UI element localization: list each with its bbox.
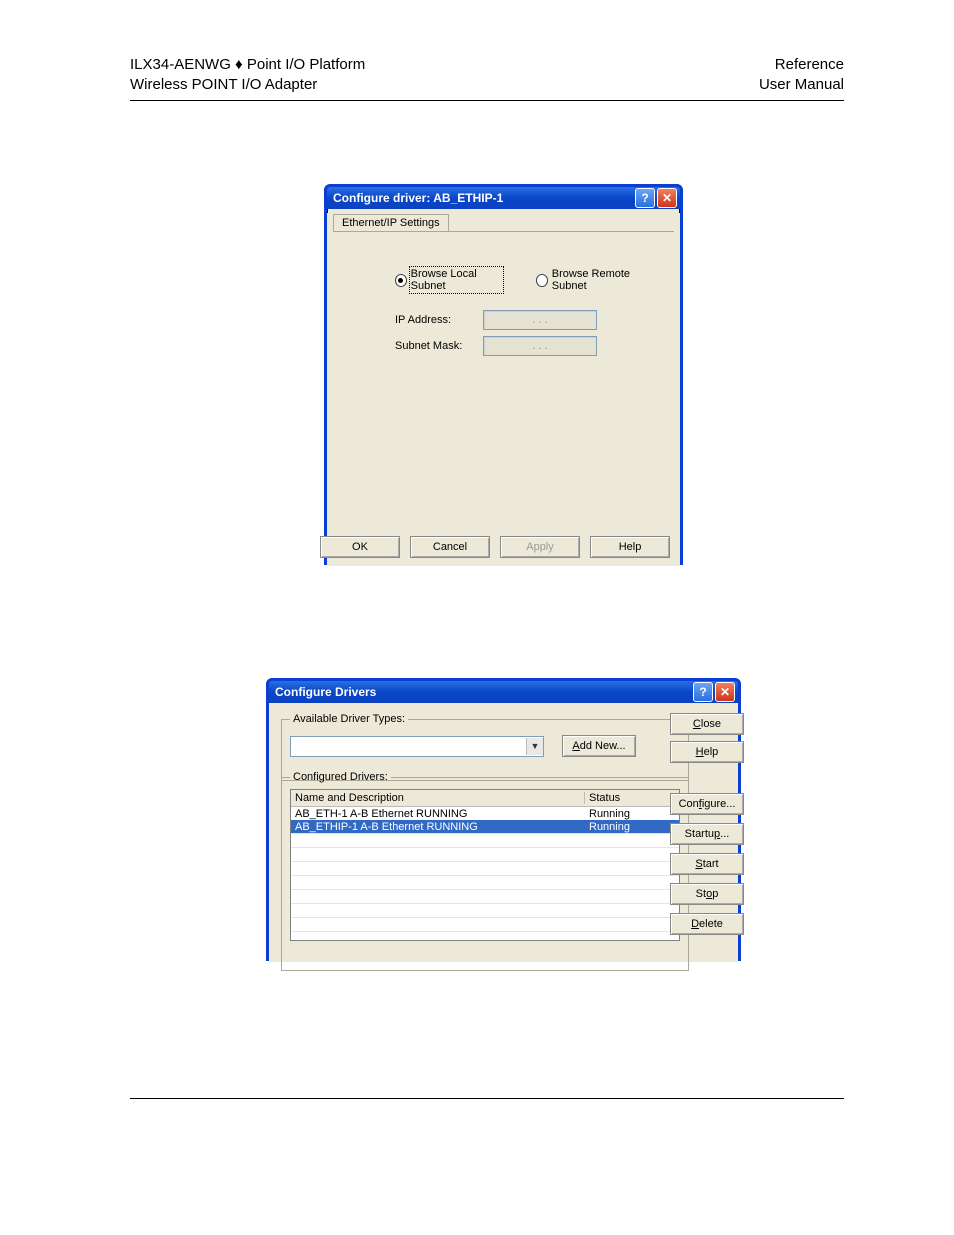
- row-name: AB_ETH-1 A-B Ethernet RUNNING: [291, 808, 585, 820]
- radio-remote-label: Browse Remote Subnet: [552, 268, 654, 292]
- row-status: Running: [585, 821, 679, 833]
- startup-button[interactable]: Startup...: [670, 823, 744, 845]
- apply-button[interactable]: Apply: [500, 536, 580, 558]
- start-button[interactable]: Start: [670, 853, 744, 875]
- header-left-line2: Wireless POINT I/O Adapter: [130, 75, 365, 95]
- help-button[interactable]: Help: [670, 741, 744, 763]
- subnet-mask-row: Subnet Mask: . . .: [395, 336, 597, 356]
- right-button-col-bottom: Configure... Startup... Start Stop Delet…: [670, 793, 730, 935]
- titlebar-buttons-2: ? ✕: [693, 682, 735, 702]
- configured-drivers-group: Configured Drivers: Name and Description…: [281, 771, 689, 971]
- radio-browse-remote[interactable]: Browse Remote Subnet: [536, 268, 654, 292]
- driver-list[interactable]: Name and Description Status AB_ETH-1 A-B…: [290, 789, 680, 941]
- subnet-radio-group: Browse Local Subnet Browse Remote Subnet: [395, 268, 654, 292]
- header-right-line1: Reference: [759, 55, 844, 75]
- ok-button[interactable]: OK: [320, 536, 400, 558]
- ip-address-label: IP Address:: [395, 314, 467, 326]
- header-left: ILX34-AENWG ♦ Point I/O Platform Wireles…: [130, 55, 365, 96]
- header-right-line2: User Manual: [759, 75, 844, 95]
- stop-button[interactable]: Stop: [670, 883, 744, 905]
- col-status-header[interactable]: Status: [585, 792, 679, 804]
- configure-drivers-title: Configure Drivers: [275, 685, 376, 699]
- radio-local-label: Browse Local Subnet: [411, 268, 502, 292]
- close-button[interactable]: Close: [670, 713, 744, 735]
- right-button-col-top: Close Help: [670, 713, 730, 763]
- configure-drivers-window: Configure Drivers ? ✕ Available Driver T…: [266, 678, 741, 961]
- page-header: ILX34-AENWG ♦ Point I/O Platform Wireles…: [130, 55, 844, 101]
- titlebar-buttons: ? ✕: [635, 188, 677, 208]
- configure-driver-title: Configure driver: AB_ETHIP-1: [333, 191, 503, 205]
- close-icon[interactable]: ✕: [715, 682, 735, 702]
- close-icon[interactable]: ✕: [657, 188, 677, 208]
- radio-bullet-on-icon: [395, 274, 407, 287]
- add-new-button[interactable]: Add New...: [562, 735, 636, 757]
- page-footer-rule: [130, 1098, 844, 1099]
- chevron-down-icon: ▼: [526, 738, 543, 755]
- driver-type-combo[interactable]: ▼: [290, 736, 544, 757]
- configure-driver-titlebar: Configure driver: AB_ETHIP-1 ? ✕: [327, 187, 680, 209]
- radio-browse-local[interactable]: Browse Local Subnet: [395, 268, 502, 292]
- tab-ethernet-ip-settings[interactable]: Ethernet/IP Settings: [333, 214, 449, 232]
- row-status: Running: [585, 808, 679, 820]
- configure-drivers-titlebar: Configure Drivers ? ✕: [269, 681, 738, 703]
- configure-driver-window: Configure driver: AB_ETHIP-1 ? ✕ Etherne…: [324, 184, 683, 565]
- help-icon[interactable]: ?: [693, 682, 713, 702]
- delete-button[interactable]: Delete: [670, 913, 744, 935]
- configured-drivers-legend: Configured Drivers:: [290, 771, 391, 783]
- dialog1-button-bar: OK Cancel Apply Help: [320, 536, 670, 558]
- ip-address-row: IP Address: . . .: [395, 310, 597, 330]
- subnet-mask-input[interactable]: . . .: [483, 336, 597, 356]
- header-left-line1: ILX34-AENWG ♦ Point I/O Platform: [130, 55, 365, 75]
- help-icon[interactable]: ?: [635, 188, 655, 208]
- tab-panel: Browse Local Subnet Browse Remote Subnet…: [333, 231, 674, 518]
- help-button[interactable]: Help: [590, 536, 670, 558]
- driver-list-header: Name and Description Status: [291, 790, 679, 807]
- table-row[interactable]: AB_ETHIP-1 A-B Ethernet RUNNING Running: [291, 820, 679, 833]
- ip-address-input[interactable]: . . .: [483, 310, 597, 330]
- row-name: AB_ETHIP-1 A-B Ethernet RUNNING: [291, 821, 585, 833]
- col-name-header[interactable]: Name and Description: [291, 792, 585, 804]
- configure-button[interactable]: Configure...: [670, 793, 744, 815]
- header-right: Reference User Manual: [759, 55, 844, 96]
- available-driver-types-legend: Available Driver Types:: [290, 713, 408, 725]
- table-row[interactable]: AB_ETH-1 A-B Ethernet RUNNING Running: [291, 807, 679, 820]
- radio-bullet-off-icon: [536, 274, 548, 287]
- tab-strip: Ethernet/IP Settings: [333, 213, 680, 231]
- subnet-mask-label: Subnet Mask:: [395, 340, 467, 352]
- cancel-button[interactable]: Cancel: [410, 536, 490, 558]
